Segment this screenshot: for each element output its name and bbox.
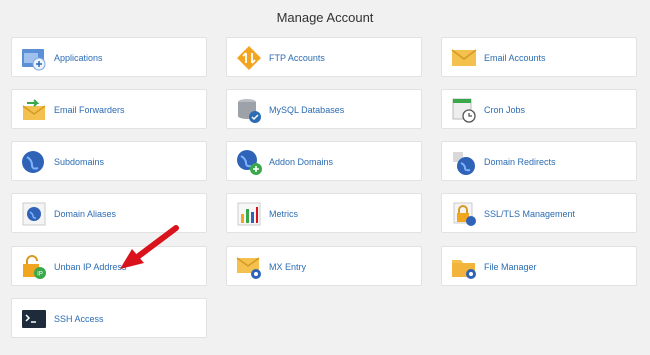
tile-label: MySQL Databases (269, 105, 345, 115)
tile-applications[interactable]: Applications (11, 37, 207, 77)
tile-label: Subdomains (54, 157, 105, 167)
svg-text:IP: IP (37, 272, 43, 278)
tile-email-accounts[interactable]: Email Accounts (441, 37, 637, 77)
tile-label: MX Entry (269, 262, 307, 272)
tile-mx-entry[interactable]: MX Entry (226, 246, 422, 286)
ftp-icon (234, 43, 264, 73)
tile-label: File Manager (484, 262, 537, 272)
red-arrow-icon (110, 222, 190, 274)
tile-addon-domains[interactable]: Addon Domains (226, 141, 422, 181)
tile-subdomains[interactable]: Subdomains (11, 141, 207, 181)
globe-icon (19, 147, 49, 177)
ssl-icon (449, 199, 479, 229)
tile-ssl-tls-management[interactable]: SSL/TLS Management (441, 193, 637, 233)
tile-label: Applications (54, 53, 103, 63)
tile-label: SSL/TLS Management (484, 209, 576, 219)
tile-label: Metrics (269, 209, 298, 219)
tile-ssh-access[interactable]: SSH Access (11, 298, 207, 338)
tile-label: Addon Domains (269, 157, 334, 167)
email-forwarder-icon (19, 95, 49, 125)
redirect-icon (449, 147, 479, 177)
tile-label: Cron Jobs (484, 105, 526, 115)
tile-ftp-accounts[interactable]: FTP Accounts (226, 37, 422, 77)
tile-metrics[interactable]: Metrics (226, 193, 422, 233)
tile-label: Email Accounts (484, 53, 546, 63)
tile-cron-jobs[interactable]: Cron Jobs (441, 89, 637, 129)
metrics-icon (234, 199, 264, 229)
tile-label: Email Forwarders (54, 105, 125, 115)
tile-label: Domain Aliases (54, 209, 117, 219)
mx-icon (234, 252, 264, 282)
tile-file-manager[interactable]: File Manager (441, 246, 637, 286)
page-title: Manage Account (276, 10, 374, 25)
globe-add-icon (234, 147, 264, 177)
tile-email-forwarders[interactable]: Email Forwarders (11, 89, 207, 129)
folder-icon (449, 252, 479, 282)
unban-ip-icon: IP (19, 252, 49, 282)
email-icon (449, 43, 479, 73)
tile-mysql-databases[interactable]: MySQL Databases (226, 89, 422, 129)
terminal-icon (19, 304, 49, 334)
tile-label: FTP Accounts (269, 53, 325, 63)
cron-icon (449, 95, 479, 125)
tile-domain-redirects[interactable]: Domain Redirects (441, 141, 637, 181)
tile-label: Domain Redirects (484, 157, 556, 167)
applications-icon (19, 43, 49, 73)
database-icon (234, 95, 264, 125)
tile-label: SSH Access (54, 314, 104, 324)
alias-icon (19, 199, 49, 229)
